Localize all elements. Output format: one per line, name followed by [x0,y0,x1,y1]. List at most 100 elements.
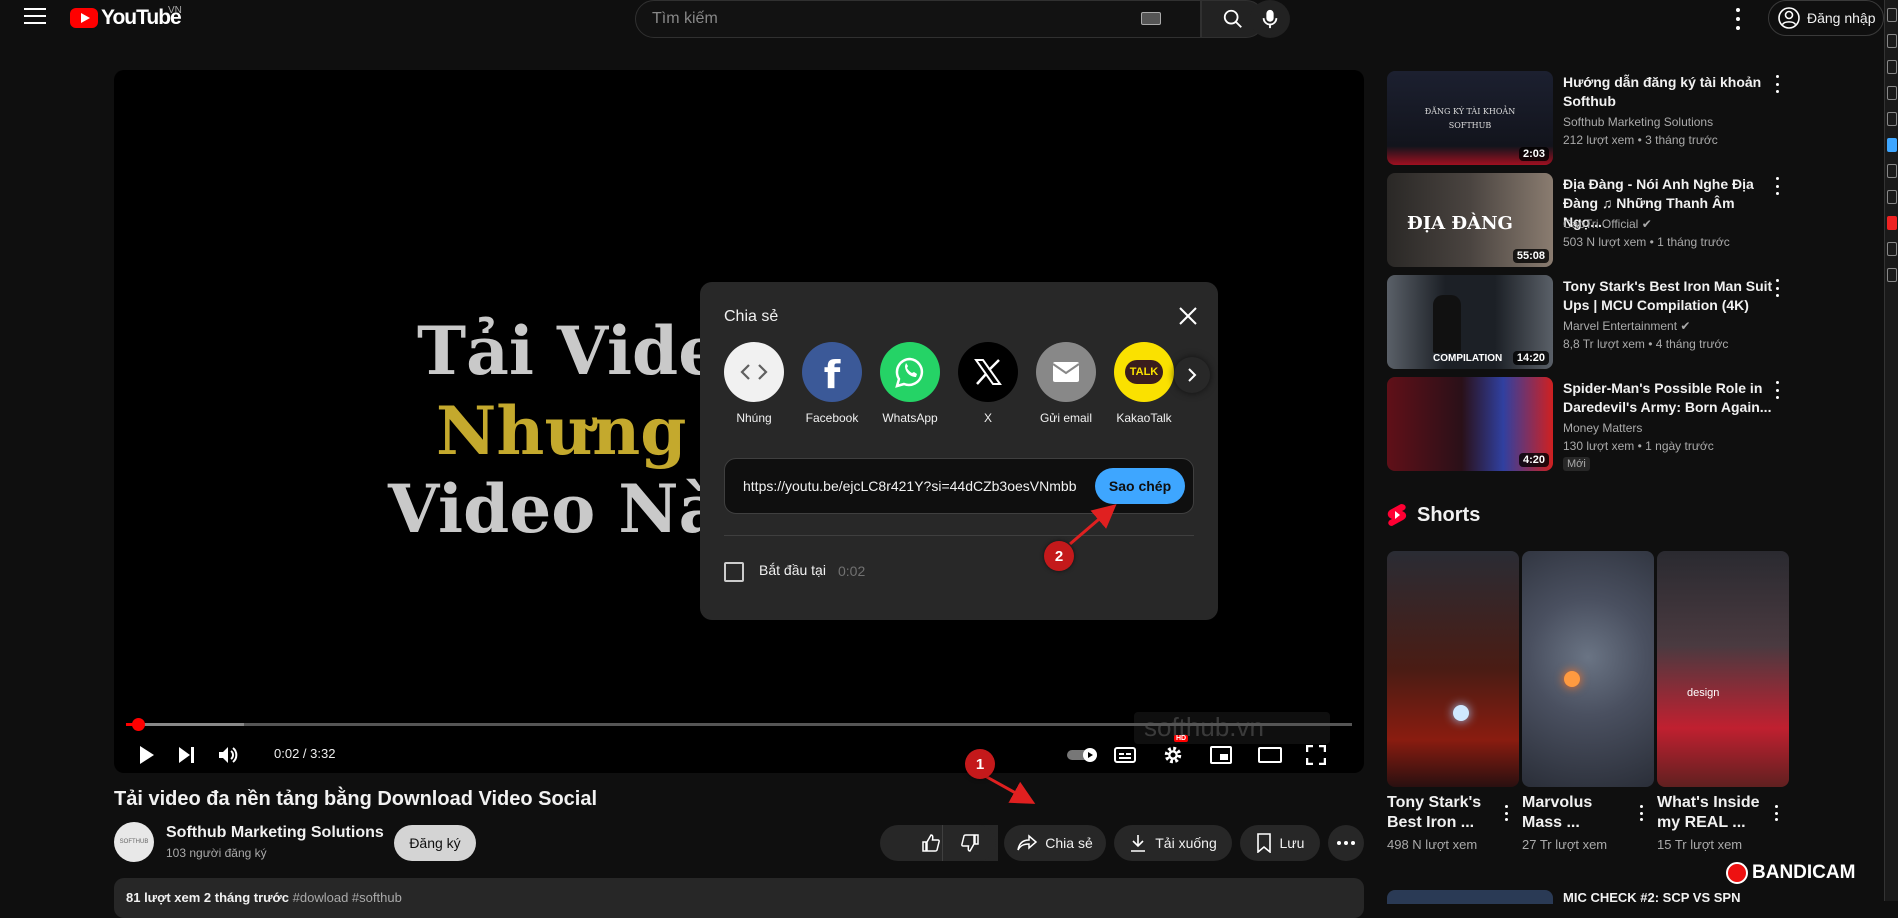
description-tags[interactable]: #dowload #softhub [293,890,402,905]
miniplayer-button[interactable] [1210,739,1232,771]
channel-name[interactable]: Money Matters [1563,421,1642,435]
channel-avatar[interactable]: SOFTHUB [114,822,154,862]
country-code: VN [168,5,182,16]
collapse-toolbar-icon[interactable] [1887,268,1897,282]
short-item[interactable]: Tony Stark's Best Iron ... 498 N lượt xe… [1387,551,1519,852]
search-input[interactable] [652,1,1112,37]
share-x-button[interactable]: X [952,342,1024,425]
start-at-time[interactable]: 0:02 [838,563,865,579]
step-1-badge: 1 [965,749,995,779]
short-item[interactable]: design What's Inside my REAL ... 15 Tr l… [1657,551,1789,852]
channel-name[interactable]: CaoTri Official ✔ [1563,217,1652,231]
short-thumbnail[interactable]: design [1657,551,1789,787]
autoplay-toggle[interactable] [1066,739,1100,771]
progress-bar[interactable] [126,718,1352,731]
description-box[interactable]: 81 lượt xem 2 tháng trước #dowload #soft… [114,878,1364,918]
download-button[interactable]: Tải xuống [1114,825,1232,861]
recommended-video[interactable]: ĐỊA ĐÀNG 55:08 Địa Đàng - Nói Anh Nghe Đ… [1387,173,1887,269]
video-title[interactable]: Hướng dẫn đăng ký tài khoản Softhub [1563,73,1773,111]
save-button[interactable]: Lưu [1240,825,1320,861]
share-url-box[interactable]: https://youtu.be/ejcLC8r421Y?si=44dCZb3o… [724,458,1194,514]
balloon-tool-icon[interactable] [1887,138,1897,152]
video-thumbnail[interactable]: 4:20 [1387,377,1553,471]
arrow-tool-icon[interactable] [1887,86,1897,100]
channel-name[interactable]: Softhub Marketing Solutions [166,824,384,842]
short-thumbnail[interactable] [1522,551,1654,787]
keyboard-icon[interactable] [1141,12,1161,25]
share-button[interactable]: Chia sẻ [1004,825,1106,861]
recommended-video[interactable]: ĐĂNG KÝ TÀI KHOẢN SOFTHUB 2:03 Hướng dẫn… [1387,71,1887,167]
share-x-label: X [983,411,992,425]
fullscreen-icon [1306,745,1326,765]
youtube-logo[interactable]: YouTube [70,6,182,30]
share-whatsapp-button[interactable]: WhatsApp [874,342,946,425]
hamburger-menu-icon[interactable] [24,8,46,26]
whatsapp-icon [880,342,940,402]
video-menu-icon[interactable] [1773,279,1781,297]
sign-in-button[interactable]: Đăng nhập [1768,0,1884,36]
fullscreen-button[interactable] [1306,739,1326,771]
share-url[interactable]: https://youtu.be/ejcLC8r421Y?si=44dCZb3o… [743,478,1103,494]
miniplayer-icon [1210,746,1232,764]
short-thumbnail[interactable] [1387,551,1519,787]
thumbnail-text: COMPILATION [1433,353,1503,364]
share-email-button[interactable]: Gửi email [1030,342,1102,425]
close-button[interactable] [1174,302,1202,330]
play-button[interactable] [138,739,156,771]
short-menu-icon[interactable] [1638,805,1644,821]
start-at-label: Bắt đầu tại [759,562,826,578]
next-video-thumbnail[interactable] [1387,890,1553,904]
eraser-tool-icon[interactable] [1887,190,1897,204]
progress-scrubber[interactable] [132,718,146,731]
text-tool-icon[interactable] [1887,164,1897,178]
share-kakaotalk-label: KakaoTalk [1116,411,1172,425]
volume-button[interactable] [218,739,240,771]
settings-more-icon[interactable] [1728,8,1748,30]
short-menu-icon[interactable] [1773,805,1779,821]
rectangle-tool-icon[interactable] [1887,112,1897,126]
theater-mode-button[interactable] [1258,739,1282,771]
search-box[interactable] [635,0,1201,38]
share-arrow-icon [1017,834,1038,851]
video-title[interactable]: Tony Stark's Best Iron Man Suit Ups | MC… [1563,277,1773,315]
video-menu-icon[interactable] [1773,177,1781,195]
short-item[interactable]: Marvolus Mass ... 27 Tr lượt xem [1522,551,1654,852]
share-next-button[interactable] [1174,357,1210,393]
video-meta: 503 N lượt xem • 1 tháng trước [1563,235,1730,249]
video-menu-icon[interactable] [1773,381,1781,399]
short-title[interactable]: What's Inside my REAL ... [1657,793,1767,833]
share-kakaotalk-button[interactable]: TALK KakaoTalk [1108,342,1180,425]
short-title[interactable]: Marvolus Mass ... [1522,793,1632,833]
ember-glow [1564,671,1580,687]
video-thumbnail[interactable]: ĐĂNG KÝ TÀI KHOẢN SOFTHUB 2:03 [1387,71,1553,165]
dislike-button[interactable] [942,825,996,861]
recommended-video[interactable]: 4:20 Spider-Man's Possible Role in Dared… [1387,377,1887,473]
video-thumbnail[interactable]: ĐỊA ĐÀNG 55:08 [1387,173,1553,267]
next-video-title[interactable]: MIC CHECK #2: SCP VS SPN [1563,890,1740,905]
video-menu-icon[interactable] [1773,75,1781,93]
subtitles-button[interactable] [1114,739,1136,771]
gear-icon [1164,746,1182,764]
channel-name[interactable]: Softhub Marketing Solutions [1563,115,1713,129]
subscribe-button[interactable]: Đăng ký [394,825,476,861]
pen-tool-icon[interactable] [1887,8,1897,22]
more-actions-button[interactable] [1328,825,1364,861]
short-title[interactable]: Tony Stark's Best Iron ... [1387,793,1497,833]
line-tool-icon[interactable] [1887,60,1897,74]
color-swatch-icon[interactable] [1887,216,1897,230]
share-embed-button[interactable]: Nhúng [718,342,790,425]
description-stats: 81 lượt xem 2 tháng trước #dowload #soft… [126,890,402,905]
recommended-video[interactable]: COMPILATION 14:20 Tony Stark's Best Iron… [1387,275,1887,371]
video-title[interactable]: Spider-Man's Possible Role in Daredevil'… [1563,379,1773,417]
voice-search-button[interactable] [1250,0,1290,38]
share-facebook-button[interactable]: f Facebook [796,342,868,425]
marker-tool-icon[interactable] [1887,34,1897,48]
settings-button[interactable]: HD [1162,735,1189,771]
channel-name[interactable]: Marvel Entertainment ✔ [1563,319,1690,333]
next-button[interactable] [178,739,196,771]
start-at-checkbox[interactable] [724,562,744,582]
undo-tool-icon[interactable] [1887,242,1897,256]
video-thumbnail[interactable]: COMPILATION 14:20 [1387,275,1553,369]
copy-button[interactable]: Sao chép [1095,468,1185,504]
short-menu-icon[interactable] [1503,805,1509,821]
